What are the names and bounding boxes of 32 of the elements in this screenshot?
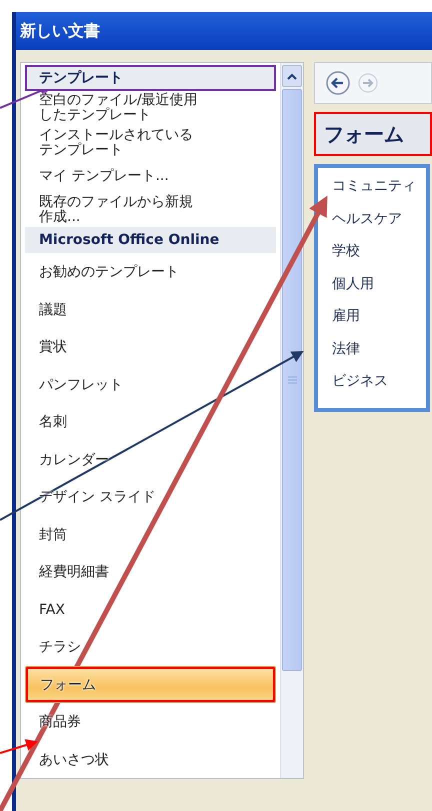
subcategory-item[interactable]: 個人用 bbox=[332, 268, 426, 300]
category-item[interactable]: インストールされているテンプレート bbox=[25, 126, 276, 161]
category-item[interactable]: チラシ bbox=[25, 628, 276, 666]
window-title: 新しい文書 bbox=[20, 20, 100, 42]
category-item[interactable]: 議題 bbox=[25, 290, 276, 328]
subcategory-item[interactable]: 雇用 bbox=[332, 300, 426, 332]
category-item[interactable]: フォーム bbox=[25, 666, 276, 704]
scroll-up-button[interactable] bbox=[282, 65, 302, 87]
subcategory-item[interactable]: コミュニティ bbox=[332, 170, 426, 202]
category-item[interactable]: 封筒 bbox=[25, 516, 276, 554]
category-item[interactable]: パンフレット bbox=[25, 366, 276, 404]
subcategory-item[interactable]: ビジネス bbox=[332, 365, 426, 398]
category-item[interactable]: マイ テンプレート... bbox=[25, 160, 276, 193]
grip-icon bbox=[288, 376, 297, 384]
subcategory-item[interactable]: 学校 bbox=[332, 235, 426, 268]
scrollbar[interactable] bbox=[280, 63, 303, 778]
category-item[interactable]: 名刺 bbox=[25, 403, 276, 441]
section-header: テンプレート bbox=[25, 65, 276, 91]
category-item[interactable]: お勧めのテンプレート bbox=[25, 253, 276, 291]
chevron-up-icon bbox=[287, 72, 298, 80]
category-item[interactable]: 経費明細書 bbox=[25, 553, 276, 591]
scroll-thumb[interactable] bbox=[282, 89, 302, 671]
section-header: Microsoft Office Online bbox=[25, 227, 276, 254]
subcategory-item[interactable]: ヘルスケア bbox=[332, 202, 426, 235]
category-item[interactable]: FAX bbox=[25, 590, 276, 628]
category-item[interactable]: 空白のファイル/最近使用したテンプレート bbox=[25, 91, 276, 126]
category-item[interactable]: 既存のファイルから新規作成... bbox=[25, 192, 276, 228]
category-item[interactable]: あいさつ状 bbox=[25, 740, 276, 778]
category-item[interactable]: カレンダー bbox=[25, 440, 276, 478]
category-item[interactable]: 賞状 bbox=[25, 328, 276, 366]
section-heading: フォーム bbox=[314, 112, 432, 156]
subcategory-item[interactable]: 法律 bbox=[332, 332, 426, 365]
